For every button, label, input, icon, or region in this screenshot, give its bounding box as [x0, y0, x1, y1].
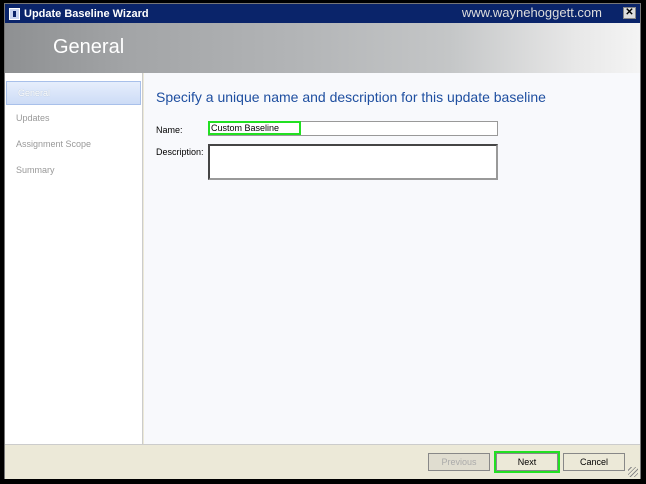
watermark: www.waynehoggett.com	[461, 5, 602, 20]
wizard-steps: General Updates Assignment Scope Summary	[5, 73, 143, 444]
name-input[interactable]: Custom Baseline	[207, 121, 498, 136]
button-bar: Previous Next Cancel	[5, 444, 640, 479]
description-input[interactable]	[208, 144, 498, 180]
name-label: Name:	[156, 125, 183, 135]
app-icon	[9, 7, 20, 20]
content-pane: Specify a unique name and description fo…	[144, 73, 640, 444]
page-title: General	[53, 36, 125, 58]
title-bar: Update Baseline Wizard www.waynehoggett.…	[5, 4, 640, 23]
wizard-header: General	[5, 23, 640, 73]
step-general[interactable]: General	[6, 81, 141, 105]
description-label: Description:	[156, 147, 204, 157]
next-button[interactable]: Next	[494, 451, 560, 473]
previous-button[interactable]: Previous	[428, 453, 490, 471]
step-updates[interactable]: Updates	[5, 105, 142, 131]
name-value: Custom Baseline	[207, 121, 302, 135]
step-assignment-scope[interactable]: Assignment Scope	[5, 131, 142, 157]
wizard-window: Update Baseline Wizard www.waynehoggett.…	[4, 3, 641, 479]
close-icon[interactable]: ✕	[623, 7, 636, 19]
step-summary[interactable]: Summary	[5, 157, 142, 183]
resize-grip-icon[interactable]	[628, 467, 638, 477]
content-heading: Specify a unique name and description fo…	[156, 89, 546, 105]
cancel-button[interactable]: Cancel	[563, 453, 625, 471]
window-title: Update Baseline Wizard	[24, 7, 149, 20]
